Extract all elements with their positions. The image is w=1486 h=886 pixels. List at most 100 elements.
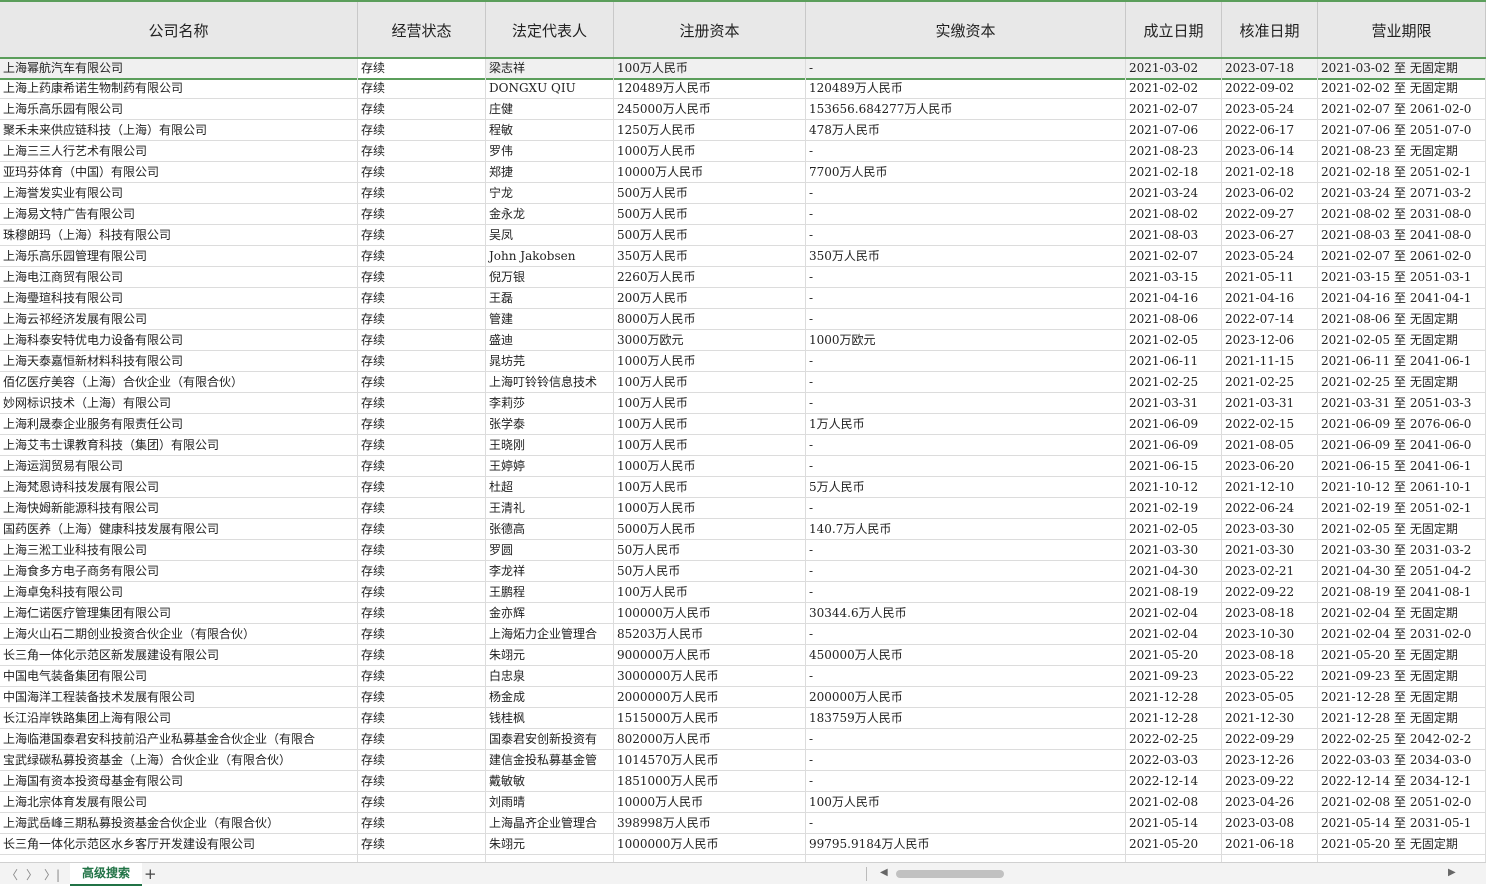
cell-col-reg-capital[interactable]: 2000000万人民币: [614, 687, 806, 707]
cell-col-status[interactable]: 存续: [358, 267, 486, 287]
cell-col-paid-capital[interactable]: 7700万人民币: [806, 162, 1126, 182]
cell-col-reg-capital[interactable]: 1250万人民币: [614, 120, 806, 140]
cell-col-company[interactable]: 长三角一体化示范区新发展建设有限公司: [0, 645, 358, 665]
cell-col-status[interactable]: 存续: [358, 498, 486, 518]
cell-col-reg-capital[interactable]: 100万人民币: [614, 59, 806, 78]
cell-col-found-date[interactable]: 2021-07-06: [1126, 120, 1222, 140]
cell-col-approve-date[interactable]: 2023-12-26: [1222, 750, 1318, 770]
cell-col-found-date[interactable]: 2021-06-09: [1126, 435, 1222, 455]
cell-col-status[interactable]: 存续: [358, 330, 486, 350]
cell-col-company[interactable]: 长江沿岸铁路集团上海有限公司: [0, 708, 358, 728]
table-row[interactable]: 上海易文特广告有限公司 存续 金永龙 500万人民币 -2021-08-02 2022-0…: [0, 204, 1486, 225]
cell-col-paid-capital[interactable]: -: [806, 750, 1126, 770]
cell-col-found-date[interactable]: 2021-05-20: [1126, 645, 1222, 665]
cell-col-status[interactable]: 存续: [358, 813, 486, 833]
cell-col-status[interactable]: 存续: [358, 792, 486, 812]
horizontal-scrollbar[interactable]: ◀ ▶: [878, 867, 1458, 880]
cell-col-status[interactable]: 存续: [358, 771, 486, 791]
cell-col-approve-date[interactable]: 2021-08-05: [1222, 435, 1318, 455]
scroll-thumb[interactable]: [896, 870, 1004, 878]
cell-col-term[interactable]: 2021-04-30 至 2051-04-2: [1318, 561, 1486, 581]
cell-col-term[interactable]: 2021-08-23 至 无固定期: [1318, 141, 1486, 161]
cell-col-term[interactable]: 2021-05-20 至 无固定期: [1318, 834, 1486, 854]
cell-col-company[interactable]: 上海电江商贸有限公司: [0, 267, 358, 287]
cell-col-found-date[interactable]: 2021-02-05: [1126, 330, 1222, 350]
cell-col-reg-capital[interactable]: 500万人民币: [614, 183, 806, 203]
table-row[interactable]: 上海利晟泰企业服务有限责任公司 存续 张学泰 100万人民币 1万人民币 2021-06-…: [0, 414, 1486, 435]
cell-col-found-date[interactable]: [1126, 855, 1222, 862]
cell-col-status[interactable]: 存续: [358, 687, 486, 707]
cell-col-legal-rep[interactable]: 刘雨晴: [486, 792, 614, 812]
cell-col-paid-capital[interactable]: -: [806, 771, 1126, 791]
cell-col-reg-capital[interactable]: 1515000万人民币: [614, 708, 806, 728]
cell-col-legal-rep[interactable]: 管建: [486, 309, 614, 329]
table-row[interactable]: 长江沿岸铁路集团上海有限公司 存续 钱桂枫 1515000万人民币 183759万人民币…: [0, 708, 1486, 729]
cell-col-company[interactable]: 上海食多方电子商务有限公司: [0, 561, 358, 581]
header-col-legal-rep[interactable]: 法定代表人: [486, 2, 614, 59]
header-col-paid-capital[interactable]: 实缴资本: [806, 2, 1126, 59]
add-sheet-button[interactable]: +: [144, 864, 157, 884]
cell-col-legal-rep[interactable]: 王鹏程: [486, 582, 614, 602]
cell-col-found-date[interactable]: 2021-06-09: [1126, 414, 1222, 434]
cell-col-paid-capital[interactable]: 100万人民币: [806, 792, 1126, 812]
cell-col-reg-capital[interactable]: 10000万人民币: [614, 162, 806, 182]
cell-col-reg-capital[interactable]: 1000万人民币: [614, 456, 806, 476]
table-row[interactable]: 上海三淞工业科技有限公司 存续 罗圆 50万人民币 -2021-03-30 2021-03…: [0, 540, 1486, 561]
cell-col-approve-date[interactable]: 2023-12-06: [1222, 330, 1318, 350]
cell-col-found-date[interactable]: 2022-02-25: [1126, 729, 1222, 749]
cell-col-found-date[interactable]: 2021-08-23: [1126, 141, 1222, 161]
cell-col-status[interactable]: 存续: [358, 372, 486, 392]
cell-col-approve-date[interactable]: 2023-03-08: [1222, 813, 1318, 833]
cell-col-status[interactable]: 存续: [358, 729, 486, 749]
cell-col-paid-capital[interactable]: 120489万人民币: [806, 78, 1126, 98]
cell-col-reg-capital[interactable]: 50万人民币: [614, 540, 806, 560]
cell-col-company[interactable]: 上海临港国泰君安科技前沿产业私募基金合伙企业（有限合: [0, 729, 358, 749]
cell-col-status[interactable]: 存续: [358, 59, 486, 78]
table-row[interactable]: 上海武岳峰三期私募投资基金合伙企业（有限合伙） 存续 上海晶齐企业管理合 398998…: [0, 813, 1486, 834]
cell-col-found-date[interactable]: 2021-08-02: [1126, 204, 1222, 224]
cell-col-term[interactable]: 2021-02-07 至 2061-02-0: [1318, 246, 1486, 266]
cell-col-approve-date[interactable]: 2021-03-30: [1222, 540, 1318, 560]
cell-col-found-date[interactable]: 2021-02-07: [1126, 99, 1222, 119]
table-row[interactable]: 上海云祁经济发展有限公司 存续 管建 8000万人民币 -2021-08-06 2022-…: [0, 309, 1486, 330]
cell-col-approve-date[interactable]: 2021-02-18: [1222, 162, 1318, 182]
cell-col-term[interactable]: 2021-03-30 至 2031-03-2: [1318, 540, 1486, 560]
cell-col-approve-date[interactable]: 2023-06-02: [1222, 183, 1318, 203]
cell-col-legal-rep[interactable]: 金永龙: [486, 204, 614, 224]
cell-col-term[interactable]: 2021-03-31 至 2051-03-3: [1318, 393, 1486, 413]
cell-col-company[interactable]: 上海乐高乐园有限公司: [0, 99, 358, 119]
cell-col-reg-capital[interactable]: 350万人民币: [614, 246, 806, 266]
cell-col-found-date[interactable]: 2021-02-07: [1126, 246, 1222, 266]
cell-col-status[interactable]: 存续: [358, 78, 486, 98]
cell-col-status[interactable]: 存续: [358, 666, 486, 686]
cell-col-company[interactable]: 上海天泰嘉恒新材料科技有限公司: [0, 351, 358, 371]
cell-col-paid-capital[interactable]: 183759万人民币: [806, 708, 1126, 728]
cell-col-term[interactable]: 2021-08-02 至 2031-08-0: [1318, 204, 1486, 224]
cell-col-status[interactable]: 存续: [358, 393, 486, 413]
scroll-right-icon[interactable]: ▶: [1448, 867, 1456, 878]
cell-col-found-date[interactable]: 2021-02-18: [1126, 162, 1222, 182]
cell-col-paid-capital[interactable]: -: [806, 59, 1126, 78]
cell-col-term[interactable]: 2021-02-25 至 无固定期: [1318, 372, 1486, 392]
cell-col-approve-date[interactable]: 2021-04-16: [1222, 288, 1318, 308]
cell-col-approve-date[interactable]: 2022-02-15: [1222, 414, 1318, 434]
cell-col-company[interactable]: [0, 855, 358, 862]
cell-col-status[interactable]: 存续: [358, 750, 486, 770]
cell-col-paid-capital[interactable]: 350万人民币: [806, 246, 1126, 266]
cell-col-reg-capital[interactable]: 1851000万人民币: [614, 771, 806, 791]
table-row[interactable]: 上海卓兔科技有限公司 存续 王鹏程 100万人民币 -2021-08-19 2022-09…: [0, 582, 1486, 603]
cell-col-reg-capital[interactable]: 500万人民币: [614, 225, 806, 245]
cell-col-paid-capital[interactable]: -: [806, 624, 1126, 644]
cell-col-approve-date[interactable]: 2023-02-21: [1222, 561, 1318, 581]
cell-col-found-date[interactable]: 2021-03-15: [1126, 267, 1222, 287]
table-row[interactable]: 上海北宗体育发展有限公司 存续 刘雨晴 10000万人民币 100万人民币 2021-02…: [0, 792, 1486, 813]
cell-col-legal-rep[interactable]: DONGXU QIU: [486, 78, 614, 98]
cell-col-reg-capital[interactable]: 245000万人民币: [614, 99, 806, 119]
cell-col-approve-date[interactable]: 2022-09-22: [1222, 582, 1318, 602]
cell-col-approve-date[interactable]: 2023-10-30: [1222, 624, 1318, 644]
cell-col-legal-rep[interactable]: 上海晶齐企业管理合: [486, 813, 614, 833]
table-row[interactable]: 上海乐高乐园管理有限公司 存续 John Jakobsen 350万人民币 350万人民…: [0, 246, 1486, 267]
cell-col-paid-capital[interactable]: 1万人民币: [806, 414, 1126, 434]
cell-col-paid-capital[interactable]: -: [806, 540, 1126, 560]
table-row[interactable]: 长三角一体化示范区水乡客厅开发建设有限公司 存续 朱翊元 1000000万人民币 997…: [0, 834, 1486, 855]
